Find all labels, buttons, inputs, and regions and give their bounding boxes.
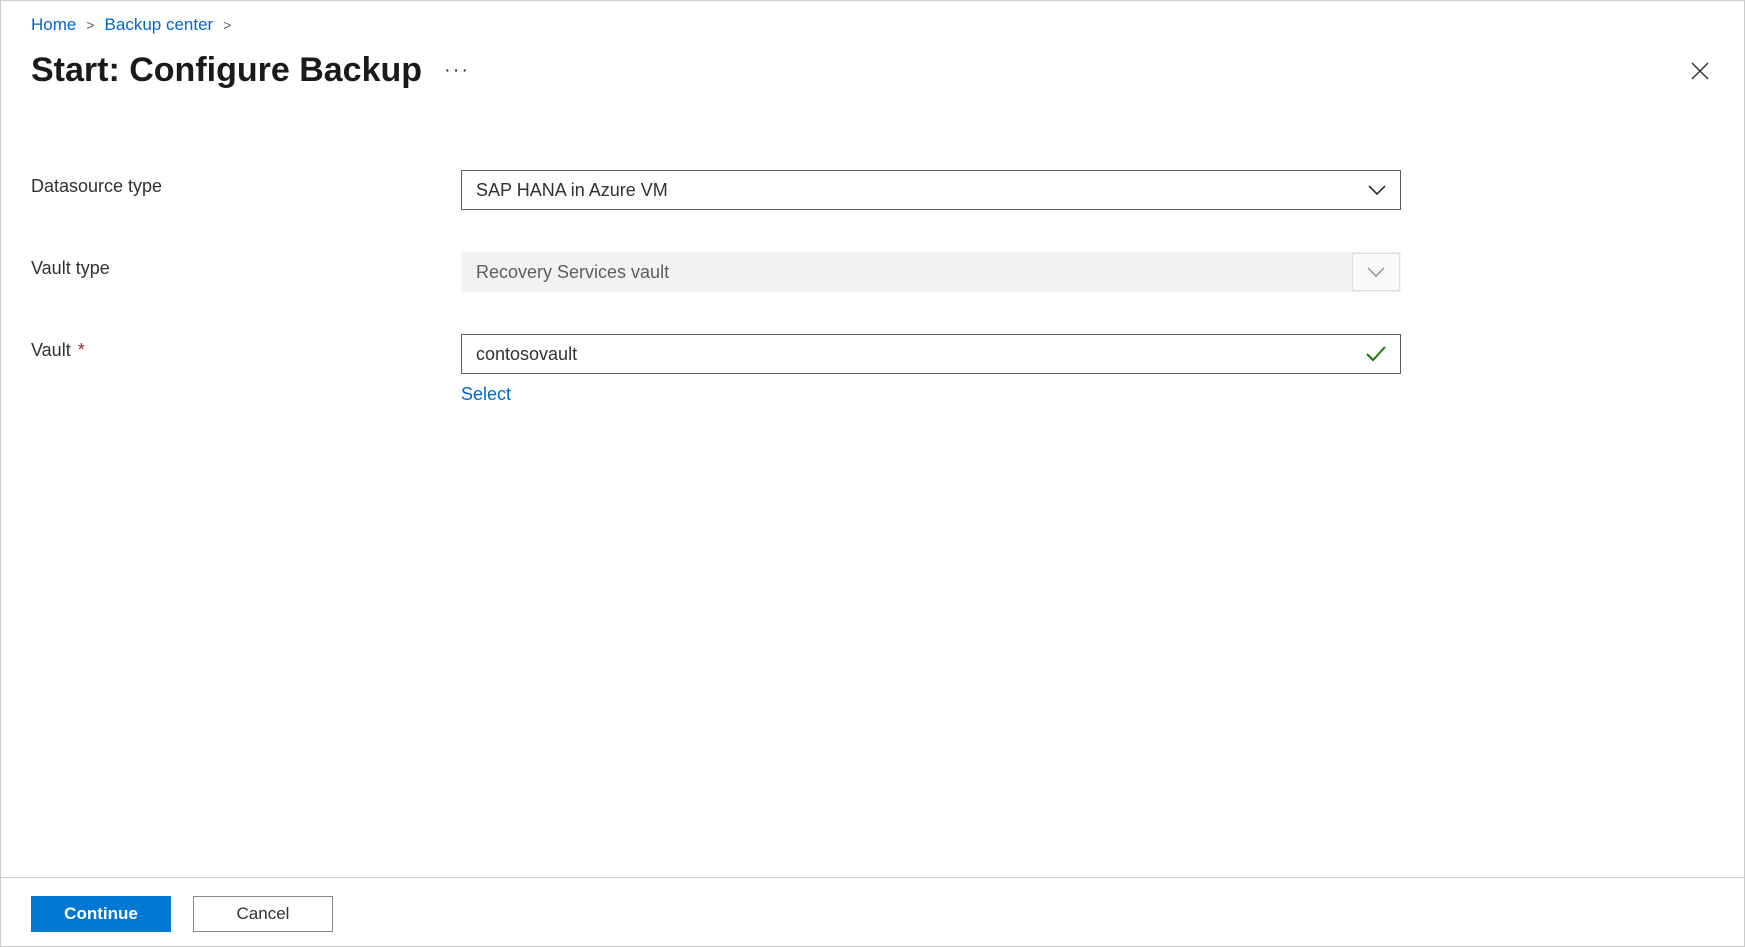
row-datasource-type: Datasource type SAP HANA in Azure VM: [31, 170, 1714, 210]
vault-value: contosovault: [476, 344, 577, 365]
more-actions-button[interactable]: ···: [444, 59, 470, 82]
chevron-right-icon: >: [86, 17, 94, 33]
footer: Continue Cancel: [1, 877, 1744, 946]
vault-type-dropdown: Recovery Services vault: [461, 252, 1401, 292]
label-vault: Vault *: [31, 334, 461, 361]
datasource-type-dropdown[interactable]: SAP HANA in Azure VM: [461, 170, 1401, 210]
title-left: Start: Configure Backup ···: [31, 51, 470, 90]
chevron-down-icon: [1368, 184, 1386, 196]
label-vault-type: Vault type: [31, 252, 461, 279]
breadcrumb-backup-center[interactable]: Backup center: [105, 15, 214, 35]
row-vault: Vault * contosovault Select: [31, 334, 1714, 405]
chevron-down-icon: [1367, 266, 1385, 278]
breadcrumb: Home > Backup center >: [1, 1, 1744, 41]
page-title: Start: Configure Backup: [31, 51, 422, 90]
datasource-type-value: SAP HANA in Azure VM: [476, 180, 668, 201]
page-container: Home > Backup center > Start: Configure …: [0, 0, 1745, 947]
required-asterisk: *: [78, 340, 85, 360]
title-row: Start: Configure Backup ···: [1, 41, 1744, 100]
continue-button[interactable]: Continue: [31, 896, 171, 932]
label-vault-text: Vault: [31, 340, 71, 360]
checkmark-icon: [1366, 346, 1386, 362]
control-vault: contosovault Select: [461, 334, 1401, 405]
vault-type-value: Recovery Services vault: [476, 262, 669, 283]
cancel-button[interactable]: Cancel: [193, 896, 333, 932]
vault-input[interactable]: contosovault: [461, 334, 1401, 374]
chevron-box: [1352, 253, 1400, 291]
form-area: Datasource type SAP HANA in Azure VM Vau…: [1, 100, 1744, 877]
chevron-right-icon: >: [223, 17, 231, 33]
control-vault-type: Recovery Services vault: [461, 252, 1401, 292]
close-icon: [1690, 61, 1710, 81]
vault-select-link[interactable]: Select: [461, 384, 511, 405]
label-datasource-type: Datasource type: [31, 170, 461, 197]
breadcrumb-home[interactable]: Home: [31, 15, 76, 35]
control-datasource-type: SAP HANA in Azure VM: [461, 170, 1401, 210]
close-button[interactable]: [1686, 57, 1714, 85]
row-vault-type: Vault type Recovery Services vault: [31, 252, 1714, 292]
